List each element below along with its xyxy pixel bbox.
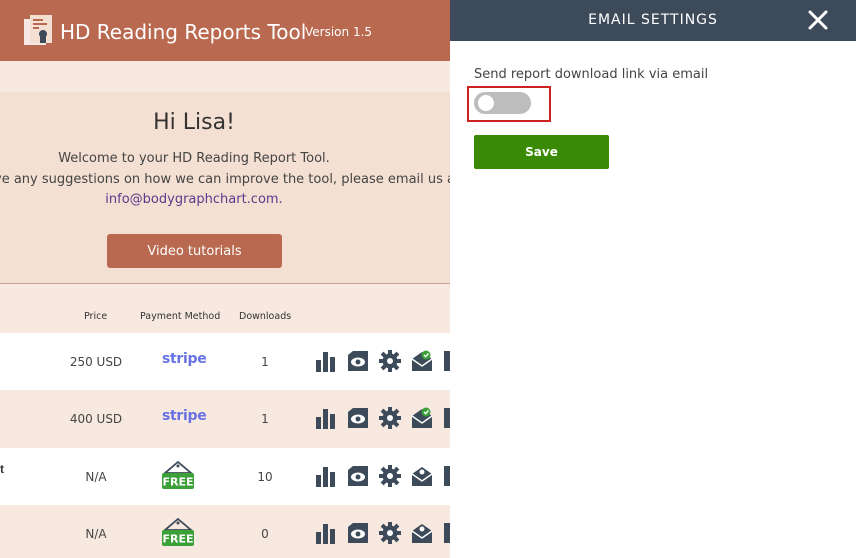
price-cell: N/A xyxy=(85,527,107,541)
table-header: Price Payment Method Downloads xyxy=(0,299,450,333)
email-settings-panel: EMAIL SETTINGS Send report download link… xyxy=(450,0,856,558)
table-row: 250 USD stripe 1 xyxy=(0,333,450,390)
app-version: Version 1.5 xyxy=(305,25,373,39)
downloads-cell: 1 xyxy=(261,412,269,426)
downloads-cell: 10 xyxy=(257,470,273,484)
view-icon[interactable] xyxy=(347,465,369,487)
title-cell: t xyxy=(0,462,4,476)
settings-gear-icon[interactable] xyxy=(379,350,401,372)
stats-icon[interactable] xyxy=(315,522,337,544)
send-email-icon[interactable] xyxy=(411,465,433,487)
row-actions xyxy=(315,522,450,546)
table-row: 400 USD stripe 1 xyxy=(0,390,450,447)
video-tutorials-button[interactable]: Video tutorials xyxy=(107,234,282,268)
free-tag-icon: FREE xyxy=(162,460,194,489)
settings-gear-icon[interactable] xyxy=(379,465,401,487)
welcome-text: Welcome to your HD Reading Report Tool. xyxy=(58,151,330,166)
table-row: N/A FREE 0 xyxy=(0,505,450,558)
copy-icon[interactable] xyxy=(443,465,450,487)
free-label: FREE xyxy=(162,533,193,546)
email-link-toggle[interactable] xyxy=(474,92,531,114)
free-tag-icon: FREE xyxy=(162,517,194,546)
column-downloads: Downloads xyxy=(239,311,292,322)
toggle-knob xyxy=(478,95,494,111)
panel-title: EMAIL SETTINGS xyxy=(588,12,718,28)
stats-icon[interactable] xyxy=(315,407,337,429)
report-logo-icon xyxy=(24,15,52,45)
panel-header: EMAIL SETTINGS xyxy=(450,0,856,41)
send-email-icon[interactable] xyxy=(411,522,433,544)
row-actions xyxy=(315,350,450,374)
payment-cell: stripe xyxy=(160,403,207,435)
copy-icon[interactable] xyxy=(443,407,450,429)
copy-icon[interactable] xyxy=(443,350,450,372)
column-price: Price xyxy=(84,311,108,322)
email-link-setting-label: Send report download link via email xyxy=(474,67,709,82)
copy-icon[interactable] xyxy=(443,522,450,544)
suggestion-text: ve any suggestions on how we can improve… xyxy=(0,172,450,187)
view-icon[interactable] xyxy=(347,407,369,429)
column-payment-method: Payment Method xyxy=(140,311,221,322)
stats-icon[interactable] xyxy=(315,350,337,372)
stripe-logo: stripe xyxy=(162,351,207,367)
welcome-box: Hi Lisa! Welcome to your HD Reading Repo… xyxy=(0,92,450,284)
row-actions xyxy=(315,465,450,489)
save-button[interactable]: Save xyxy=(474,135,609,169)
greeting-heading: Hi Lisa! xyxy=(153,110,235,135)
close-icon[interactable] xyxy=(806,8,830,32)
row-actions xyxy=(315,407,450,431)
free-label: FREE xyxy=(162,476,193,489)
app-title: HD Reading Reports Tool xyxy=(60,20,307,44)
email-sent-icon[interactable] xyxy=(411,350,433,372)
email-sent-icon[interactable] xyxy=(411,407,433,429)
price-cell: 250 USD xyxy=(69,355,123,369)
view-icon[interactable] xyxy=(347,522,369,544)
price-cell: N/A xyxy=(85,470,107,484)
payment-cell: stripe xyxy=(160,346,207,378)
stats-icon[interactable] xyxy=(315,465,337,487)
app-header: HD Reading Reports Tool Version 1.5 xyxy=(0,0,450,61)
settings-gear-icon[interactable] xyxy=(379,407,401,429)
price-cell: 400 USD xyxy=(69,412,123,426)
downloads-cell: 1 xyxy=(261,355,269,369)
stripe-logo: stripe xyxy=(162,408,207,424)
spacer-strip xyxy=(0,61,450,92)
downloads-cell: 0 xyxy=(261,527,269,541)
settings-gear-icon[interactable] xyxy=(379,522,401,544)
view-icon[interactable] xyxy=(347,350,369,372)
payment-cell: FREE xyxy=(160,460,202,493)
payment-cell: FREE xyxy=(160,517,202,550)
contact-email-link[interactable]: info@bodygraphchart.com. xyxy=(0,192,388,207)
table-row: t N/A FREE 10 xyxy=(0,448,450,505)
app-background: HD Reading Reports Tool Version 1.5 Hi L… xyxy=(0,0,450,558)
